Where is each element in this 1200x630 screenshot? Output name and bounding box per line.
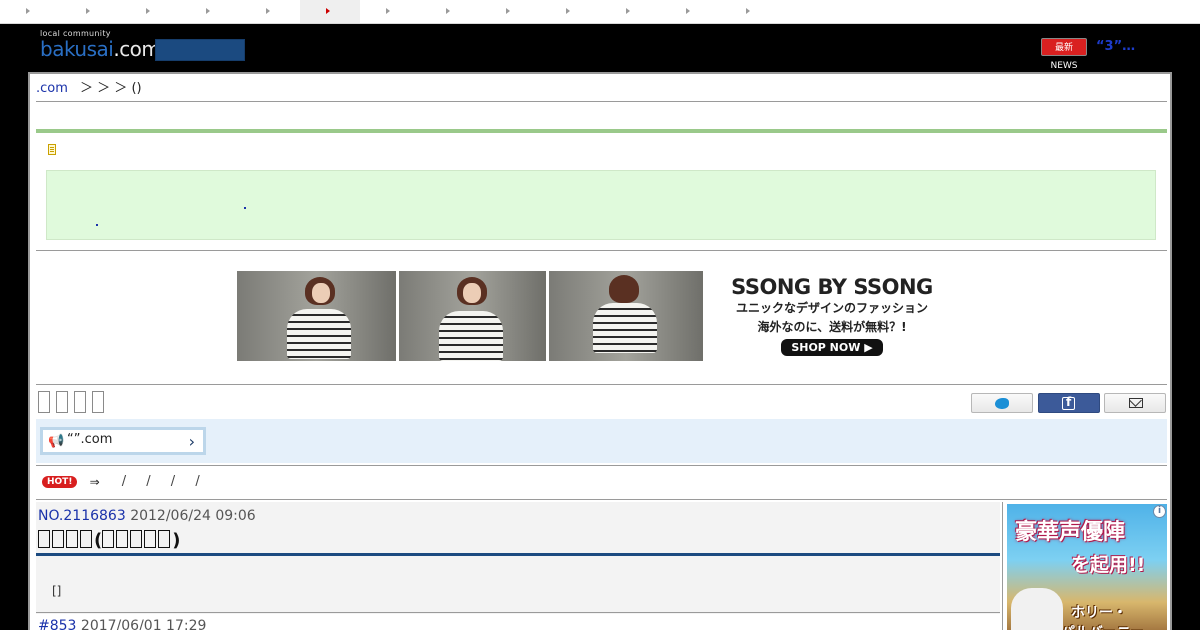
site-logo[interactable]: local community bakusai.com (40, 30, 161, 61)
hot-topics-row: HOT! ⇒ / / / / (42, 474, 208, 492)
site-header: local community bakusai.com 最新NEWS “3”… (0, 24, 1200, 72)
promo-strip: 📢 “”.com › (36, 419, 1167, 463)
top-nav-tab[interactable] (480, 0, 540, 23)
notice-box (46, 170, 1156, 240)
caret-right-icon (386, 8, 390, 14)
post-meta: NO.2116863 2012/06/24 09:06 (38, 508, 256, 524)
side-ad-line-3: ホリー・ (1071, 605, 1127, 621)
post-title-open: ( (94, 530, 103, 551)
facebook-share-button[interactable] (1038, 393, 1100, 413)
reply-number-link[interactable]: #853 (38, 618, 76, 630)
fashion-ad-banner[interactable]: SSONG BY SSONG ユニックなデザインのファッション 海外なのに、送料… (237, 271, 947, 361)
caret-right-icon (506, 8, 510, 14)
breadcrumb-trail: ＞ ＞ ＞ () (80, 81, 142, 96)
reply-date: 2017/06/01 17:29 (80, 618, 207, 630)
caret-right-icon (26, 8, 30, 14)
caret-right-icon (566, 8, 570, 14)
news-badge[interactable]: 最新NEWS (1041, 38, 1087, 71)
top-nav-tab[interactable] (600, 0, 660, 23)
divider (36, 250, 1167, 251)
top-nav-tab[interactable] (0, 0, 60, 23)
top-nav-tab[interactable] (660, 0, 720, 23)
post-date: 2012/06/24 09:06 (130, 508, 256, 524)
post-title-close: ) (172, 530, 181, 551)
thread-title (38, 391, 110, 413)
caret-right-icon (446, 8, 450, 14)
top-nav (0, 0, 1200, 24)
top-nav-tab[interactable] (540, 0, 600, 23)
hot-topic-links[interactable]: / / / / (122, 474, 208, 489)
top-nav-tab[interactable] (300, 0, 360, 23)
logo-name: bakusai.com (40, 37, 161, 61)
logo-name-text: bakusai (40, 37, 114, 61)
top-nav-tab[interactable] (240, 0, 300, 23)
area-select-button[interactable] (155, 39, 245, 61)
post-body: [] (52, 584, 62, 598)
caret-right-icon (746, 8, 750, 14)
mail-share-button[interactable] (1104, 393, 1166, 413)
ad-photo (237, 271, 396, 361)
main-frame: .com ＞ ＞ ＞ () SSONG BY SSONG ユニックなデザインのフ… (28, 72, 1172, 630)
thread-first-post: NO.2116863 2012/06/24 09:06 () [] (36, 502, 1000, 614)
divider (36, 384, 1167, 385)
shop-now-button[interactable]: SHOP NOW ▶ (781, 339, 883, 356)
post-title-underline (36, 553, 1000, 556)
caret-right-icon (326, 8, 330, 14)
side-ad-line-1: 豪華声優陣 (1015, 520, 1126, 545)
top-nav-tab[interactable] (60, 0, 120, 23)
top-nav-tab[interactable] (360, 0, 420, 23)
breadcrumb: .com ＞ ＞ ＞ () (36, 78, 1167, 102)
post-title: () (38, 530, 180, 551)
promo-text: “”.com (67, 432, 113, 447)
chevron-right-icon: › (188, 432, 195, 451)
notice-link-dot[interactable] (96, 224, 98, 226)
game-side-ad[interactable]: 豪華声優陣 を起用!! ホリー・ パルバーニー (1007, 504, 1167, 630)
arrow-right: ⇒ (89, 474, 100, 489)
caret-right-icon (686, 8, 690, 14)
twitter-share-button[interactable] (971, 393, 1033, 413)
character-art (1011, 588, 1063, 630)
top-nav-tab[interactable] (420, 0, 480, 23)
document-icon (48, 144, 56, 155)
promo-link[interactable]: 📢 “”.com › (40, 427, 206, 455)
caret-right-icon (146, 8, 150, 14)
ad-line-1: ユニックなデザインのファッション (735, 301, 928, 315)
ad-brand-name: SSONG BY SSONG (731, 275, 933, 299)
ad-photo (549, 271, 703, 361)
caret-right-icon (626, 8, 630, 14)
top-nav-tab[interactable] (720, 0, 780, 23)
caret-right-icon (86, 8, 90, 14)
divider (36, 499, 1167, 500)
ad-brand-block: SSONG BY SSONG ユニックなデザインのファッション 海外なのに、送料… (717, 275, 947, 356)
divider (36, 465, 1167, 466)
main-content: .com ＞ ＞ ＞ () SSONG BY SSONG ユニックなデザインのフ… (36, 78, 1167, 630)
top-nav-tab[interactable] (120, 0, 180, 23)
ad-line-2: 海外なのに、送料が無料？! (757, 320, 907, 334)
notice-link-dot[interactable] (244, 207, 246, 209)
facebook-icon (1062, 395, 1075, 410)
post-number-link[interactable]: NO.2116863 (38, 508, 126, 524)
column-divider (1002, 502, 1003, 630)
section-divider (36, 129, 1167, 133)
side-ad-line-4: パルバーニー (1061, 622, 1145, 630)
reply-meta: #853 2017/06/01 17:29 (38, 618, 206, 630)
twitter-icon (995, 398, 1009, 409)
divider (36, 612, 1000, 613)
mail-icon (1129, 398, 1143, 408)
breadcrumb-home-link[interactable]: .com (36, 81, 68, 96)
ad-photo (399, 271, 546, 361)
hot-badge: HOT! (42, 475, 78, 488)
top-nav-tab[interactable] (180, 0, 240, 23)
caret-right-icon (266, 8, 270, 14)
news-headline-link[interactable]: “3”… (1096, 39, 1135, 54)
side-ad-line-2: を起用!! (1071, 554, 1146, 576)
megaphone-icon: 📢 (48, 434, 65, 449)
ad-info-icon[interactable]: i (1153, 505, 1166, 518)
caret-right-icon (206, 8, 210, 14)
